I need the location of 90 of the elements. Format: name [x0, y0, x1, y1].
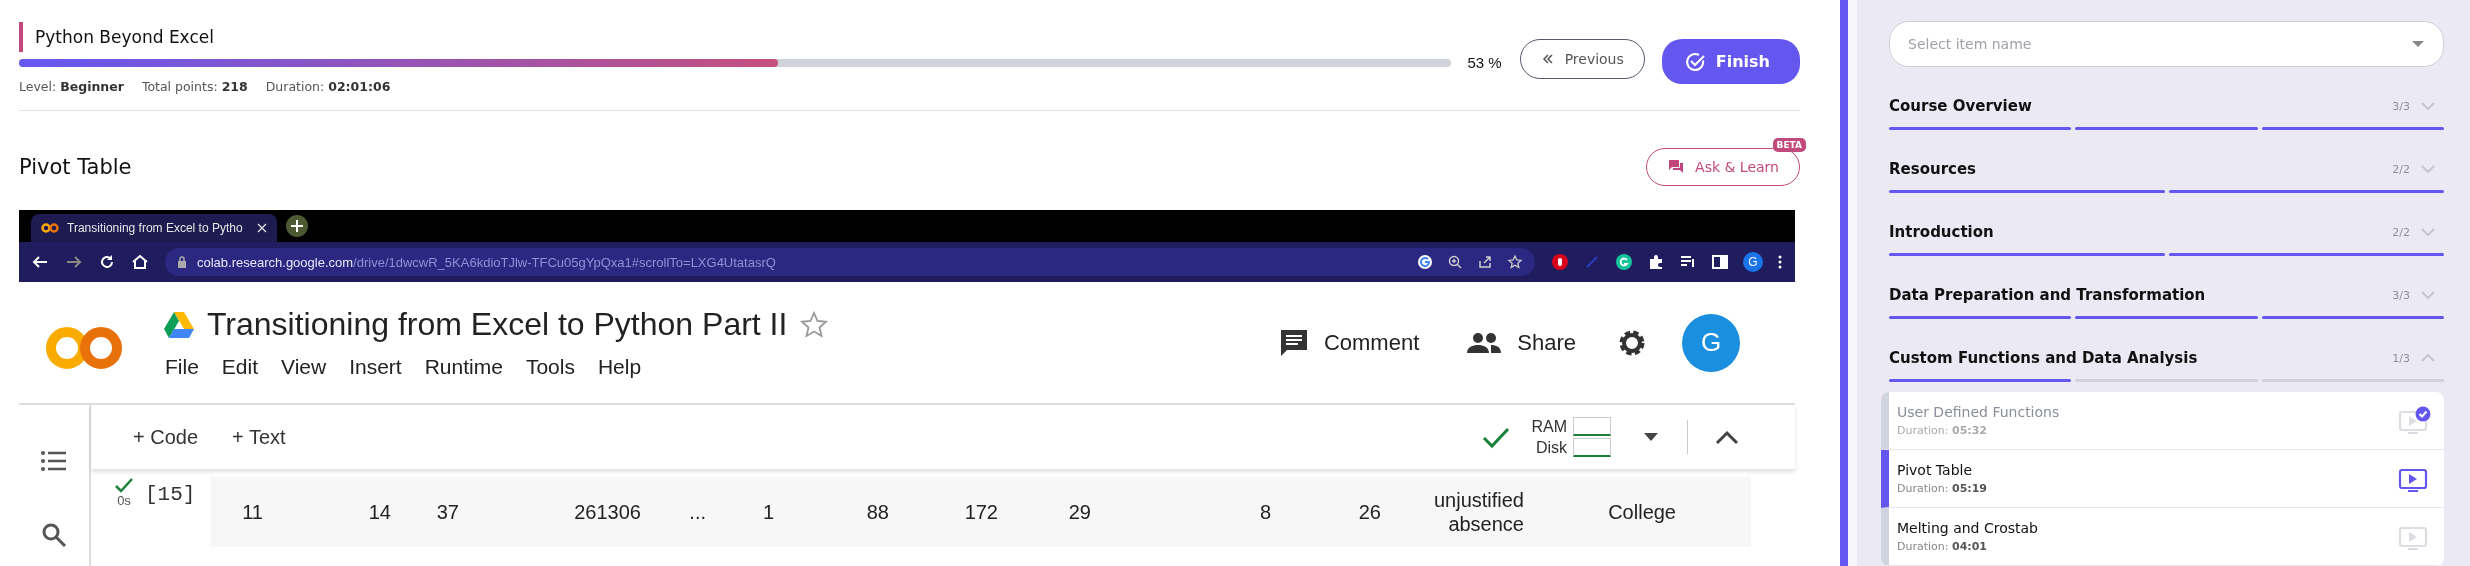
course-title: Python Beyond Excel — [19, 22, 1502, 52]
lesson-title: User Defined Functions — [1897, 404, 2061, 420]
address-field[interactable]: colab.research.google.com/drive/1dwcwR_5KA6kdioTJlw-TFCu05gYpQxa1#scrollTo=LXG4UtatasrQ — [165, 248, 1535, 276]
course-meta: Duration: 02:01:06 — [265, 79, 391, 94]
grammar-check-icon[interactable] — [1615, 253, 1633, 271]
output-value: 88 — [865, 500, 889, 524]
lesson-duration: Duration: 05:32 — [1897, 424, 1988, 437]
lesson-title: Pivot Table — [19, 155, 132, 179]
output-value: 8 — [1258, 500, 1271, 524]
output-value: 261306 — [573, 500, 641, 524]
output-value: 26 — [1357, 500, 1381, 524]
output-value: 1 — [761, 500, 774, 524]
menu-item[interactable]: Help — [597, 355, 642, 379]
table-of-contents-icon[interactable] — [40, 450, 68, 472]
lesson-item[interactable]: Melting and Crostab Duration: 04:01 — [1881, 508, 2444, 566]
lesson-item[interactable]: Pivot Table Duration: 05:19 — [1881, 450, 2444, 508]
section-header[interactable]: Resources 2/2 — [1889, 158, 2444, 180]
toolbar-button[interactable]: + Text — [226, 424, 292, 450]
check-icon — [1481, 425, 1512, 449]
execution-time: 0s — [117, 493, 131, 508]
notebook-title[interactable]: Transitioning from Excel to Python Part II — [207, 306, 788, 343]
finish-button[interactable]: Finish — [1661, 39, 1800, 84]
lesson-title: Melting and Crostab — [1897, 520, 2039, 536]
lesson-duration: Duration: 05:19 — [1897, 482, 1988, 495]
execution-count: [15] — [145, 483, 197, 506]
google-icon[interactable] — [1417, 254, 1433, 270]
drive-icon — [163, 310, 195, 339]
menu-item[interactable]: Insert — [349, 355, 402, 379]
menu-item[interactable]: File — [165, 355, 199, 379]
caret-icon — [2411, 40, 2425, 48]
output-value: 172 — [963, 500, 998, 524]
toolbar-button[interactable]: + Code — [127, 424, 205, 450]
forward-arrow-icon[interactable] — [65, 254, 83, 270]
previous-button[interactable]: Previous — [1519, 39, 1645, 79]
ask-learn-button[interactable]: Ask & Learn — [1646, 148, 1800, 186]
video-done-icon — [2398, 405, 2432, 436]
output-value: 29 — [1067, 500, 1091, 524]
output-value: unjustified absence — [1432, 488, 1524, 536]
output-value: College — [1607, 500, 1676, 524]
check-circle-icon — [1683, 50, 1706, 73]
more-icon[interactable] — [1777, 253, 1783, 271]
comment-button[interactable]: Comment — [1271, 325, 1426, 360]
star-icon[interactable] — [799, 309, 830, 340]
lock-icon — [177, 256, 187, 268]
lesson-duration: Duration: 04:01 — [1897, 540, 1988, 553]
zoom-icon[interactable] — [1447, 254, 1463, 270]
reload-icon[interactable] — [99, 254, 115, 270]
menu-item[interactable]: View — [281, 355, 327, 379]
output-value: 14 — [367, 500, 391, 524]
chevron-down-icon — [2420, 227, 2436, 237]
home-icon[interactable] — [131, 254, 149, 270]
section-header[interactable]: Custom Functions and Data Analysis 1/3 — [1889, 347, 2444, 369]
colab-logo-icon — [41, 223, 59, 233]
menu-item[interactable]: Edit — [221, 355, 259, 379]
output-value: 11 — [241, 500, 263, 524]
browser-tab[interactable]: Transitioning from Excel to Pytho — [31, 214, 277, 242]
beta-badge: BETA — [1772, 138, 1806, 152]
share-icon[interactable] — [1477, 254, 1493, 270]
course-meta: Total points: 218 — [141, 79, 248, 94]
lesson-title: Pivot Table — [1897, 462, 1974, 478]
section-header[interactable]: Data Preparation and Transformation 3/3 — [1889, 284, 2444, 306]
double-chevron-icon — [1540, 52, 1555, 66]
close-icon[interactable] — [257, 223, 267, 233]
menu-item[interactable]: Tools — [525, 355, 575, 379]
chevron-down-icon — [2420, 101, 2436, 111]
course-meta: Level: Beginner — [19, 79, 124, 94]
puzzle-icon[interactable] — [1647, 253, 1665, 271]
output-value: ... — [688, 500, 706, 524]
resource-label: RAM — [1531, 417, 1567, 436]
section-header[interactable]: Introduction 2/2 — [1889, 221, 2444, 243]
collapse-chevron-icon[interactable] — [1714, 429, 1740, 445]
output-value: 37 — [435, 500, 459, 524]
progress-percent: 53 % — [1467, 54, 1502, 71]
menu-item[interactable]: Runtime — [424, 355, 503, 379]
star-icon[interactable] — [1507, 254, 1523, 270]
people-icon — [1465, 330, 1504, 355]
new-tab-icon[interactable] — [285, 214, 309, 238]
back-arrow-icon[interactable] — [31, 254, 49, 270]
resource-label: Disk — [1535, 438, 1567, 457]
resource-meter[interactable]: RAM Disk — [1531, 417, 1611, 457]
chevron-down-icon — [2420, 290, 2436, 300]
share-button[interactable]: Share — [1459, 328, 1582, 357]
side-panel-icon[interactable] — [1711, 253, 1729, 271]
search-icon[interactable] — [41, 522, 67, 548]
check-icon — [114, 477, 134, 493]
profile-avatar[interactable]: G — [1743, 252, 1763, 272]
chevron-down-icon — [2420, 164, 2436, 174]
caret-icon[interactable] — [1641, 431, 1661, 443]
chevron-up-icon — [2420, 353, 2436, 363]
section-header[interactable]: Course Overview 3/3 — [1889, 95, 2444, 117]
